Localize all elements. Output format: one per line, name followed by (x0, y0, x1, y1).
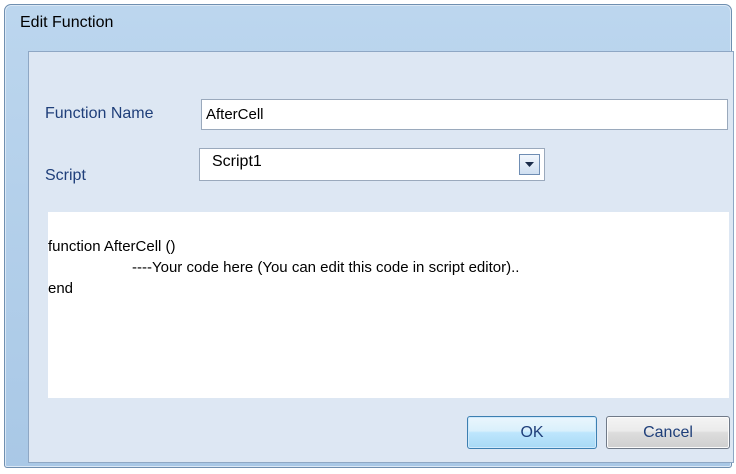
function-name-input[interactable] (201, 99, 728, 130)
script-dropdown-value: Script1 (212, 153, 262, 170)
script-label: Script (45, 167, 86, 184)
code-editor[interactable]: function AfterCell () ----Your code here… (48, 212, 729, 398)
cancel-button[interactable]: Cancel (606, 416, 730, 449)
ok-button[interactable]: OK (467, 416, 597, 449)
script-dropdown[interactable]: Script1 (199, 148, 545, 181)
dropdown-button[interactable] (519, 154, 540, 175)
code-line: end (48, 280, 74, 297)
function-name-label: Function Name (45, 105, 154, 122)
code-line: function AfterCell () (48, 238, 176, 255)
edit-function-dialog: Edit Function Function Name Script Scrip… (4, 4, 734, 468)
dialog-title: Edit Function (20, 14, 114, 31)
dialog-client-area: Function Name Script Script1 function Af… (28, 51, 734, 463)
title-bar[interactable]: Edit Function (5, 5, 731, 41)
code-line: ----Your code here (You can edit this co… (132, 259, 520, 276)
chevron-down-icon (525, 161, 534, 167)
